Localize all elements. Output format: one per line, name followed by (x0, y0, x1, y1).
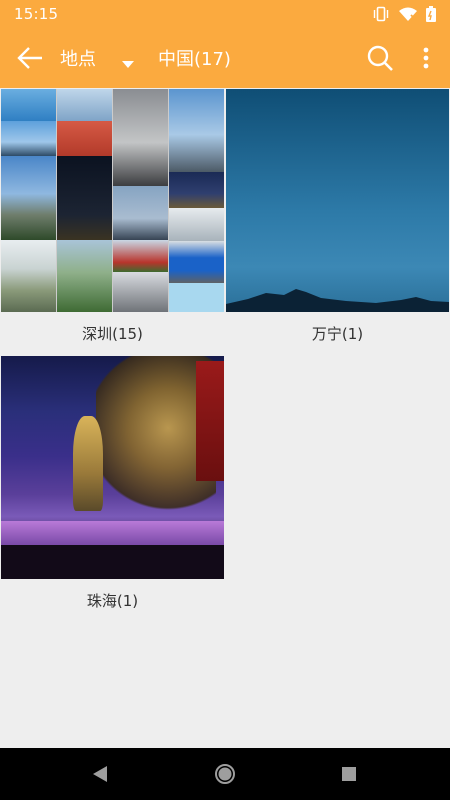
collage-tile (1, 156, 56, 240)
toolbar: 地点 中国(17) (0, 28, 450, 88)
collage-tile (169, 89, 224, 172)
album-cover-sky[interactable] (226, 89, 449, 312)
collage-tile (57, 240, 112, 312)
album-label: 珠海(1) (86, 591, 139, 610)
collage-tile (169, 172, 224, 208)
status-bar: 15:15 (0, 0, 450, 28)
audience-seats (1, 545, 224, 579)
collage-tile (113, 89, 168, 186)
navigation-bar (0, 748, 450, 800)
search-icon (367, 45, 393, 71)
breadcrumb-label: 中国(17) (158, 49, 231, 70)
dropdown-caret-icon (122, 54, 134, 73)
nav-home-button[interactable] (211, 760, 239, 788)
collage-tile (1, 240, 56, 312)
stage-floor (1, 521, 224, 545)
album-label: 万宁(1) (311, 324, 364, 343)
breadcrumb: 中国(17) (158, 28, 231, 88)
nav-back-button[interactable] (86, 760, 114, 788)
collage-tile (113, 186, 168, 240)
battery-icon (426, 6, 436, 22)
stage-curtain (196, 361, 224, 481)
collage-tile (113, 272, 168, 312)
collage-tile (113, 240, 168, 272)
search-button[interactable] (364, 42, 396, 74)
performer-figure (73, 416, 103, 511)
nav-home-icon (215, 764, 235, 784)
collage-tile (169, 208, 224, 241)
collage-tile (57, 89, 112, 121)
back-button[interactable] (14, 42, 46, 74)
more-vert-icon (423, 47, 429, 69)
wifi-icon (398, 6, 418, 22)
mountain-silhouette (226, 289, 449, 312)
album-label: 深圳(15) (82, 324, 143, 343)
location-type-spinner[interactable]: 地点 (60, 28, 134, 88)
album-cover-collage[interactable] (1, 89, 224, 312)
collage-tile (1, 121, 56, 156)
album-cover-stage[interactable] (1, 356, 224, 579)
vibrate-icon (372, 6, 390, 22)
collage-tile (57, 156, 112, 240)
collage-tile (169, 241, 224, 283)
spinner-label: 地点 (60, 49, 96, 70)
status-time: 15:15 (14, 5, 59, 23)
collage-tile (57, 121, 112, 156)
arrow-back-icon (17, 47, 42, 69)
status-icons (372, 6, 436, 22)
nav-recents-icon (342, 767, 356, 781)
nav-back-icon (93, 766, 107, 782)
more-options-button[interactable] (414, 42, 438, 74)
collage-tile (1, 89, 56, 121)
collage-tile (169, 283, 224, 312)
nav-recents-button[interactable] (335, 760, 363, 788)
